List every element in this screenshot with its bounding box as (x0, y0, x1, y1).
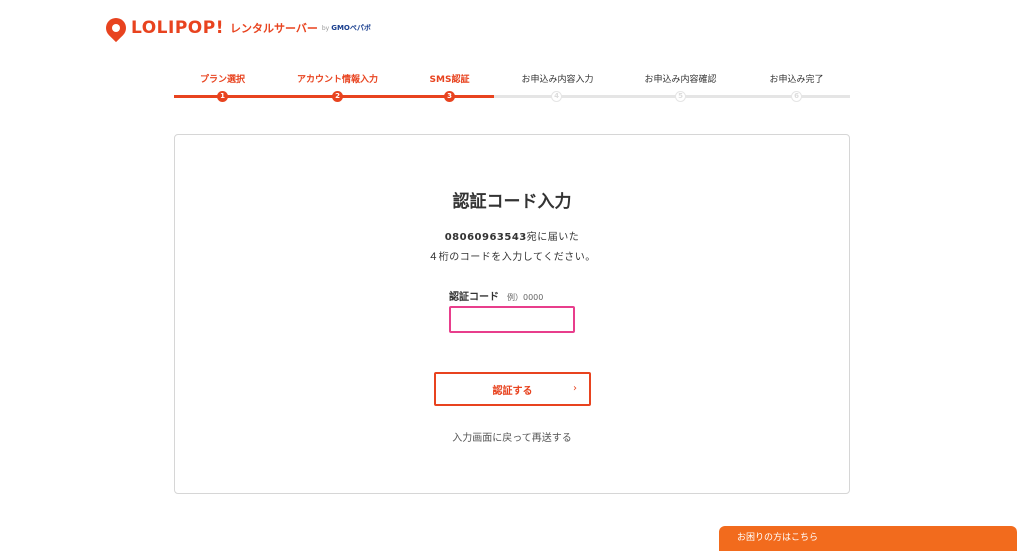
instruction-line-1: 08060963543宛に届いた (175, 228, 849, 243)
step-label-plan: プラン選択 (199, 75, 245, 85)
verify-button-label: 認証する (492, 385, 533, 397)
brand-by: by (321, 24, 330, 32)
step-marker-3: 3 (444, 91, 455, 102)
verification-code-label: 認証コード 例）0000 (449, 288, 543, 303)
chevron-right-icon: › (573, 383, 577, 394)
step-marker-1: 1 (217, 91, 228, 102)
brand-subtitle: レンタルサーバー (229, 22, 318, 35)
step-label-complete: お申込み完了 (769, 75, 824, 85)
step-label-input: お申込み内容入力 (521, 75, 594, 85)
instruction-line-2: ４桁のコードを入力してください。 (428, 252, 596, 263)
step-label-sms: SMS認証 (429, 75, 470, 85)
instruction-suffix: 宛に届いた (526, 232, 580, 243)
gmo-pepabo-logo: GMOペパボ (331, 24, 371, 32)
phone-number: 08060963543 (444, 232, 527, 243)
step-marker-2: 2 (332, 91, 343, 102)
step-label-account: アカウント情報入力 (296, 75, 378, 85)
verification-code-example: 例）0000 (507, 293, 544, 302)
verification-code-label-text: 認証コード (449, 292, 499, 303)
verify-button[interactable]: 認証する › (434, 372, 591, 406)
page-title: 認証コード入力 (452, 192, 572, 212)
step-marker-5: 5 (675, 91, 686, 102)
lolipop-logo[interactable]: LOLIPOP! レンタルサーバー by GMOペパボ (101, 13, 371, 43)
verification-code-input[interactable] (449, 306, 575, 333)
lolipop-drop-icon (101, 13, 131, 43)
verification-card: 認証コード入力 08060963543宛に届いた ４桁のコードを入力してください… (174, 134, 850, 494)
help-tab[interactable]: お困りの方はこちら (719, 526, 1017, 551)
back-and-resend-link[interactable]: 入力画面に戻って再送する (175, 429, 849, 444)
step-marker-4: 4 (551, 91, 562, 102)
step-marker-6: 6 (791, 91, 802, 102)
signup-progress-stepper: プラン選択 アカウント情報入力 SMS認証 お申込み内容入力 お申込み内容確認 … (174, 72, 850, 104)
brand-name: LOLIPOP! (131, 18, 224, 38)
step-label-confirm: お申込み内容確認 (644, 75, 717, 85)
